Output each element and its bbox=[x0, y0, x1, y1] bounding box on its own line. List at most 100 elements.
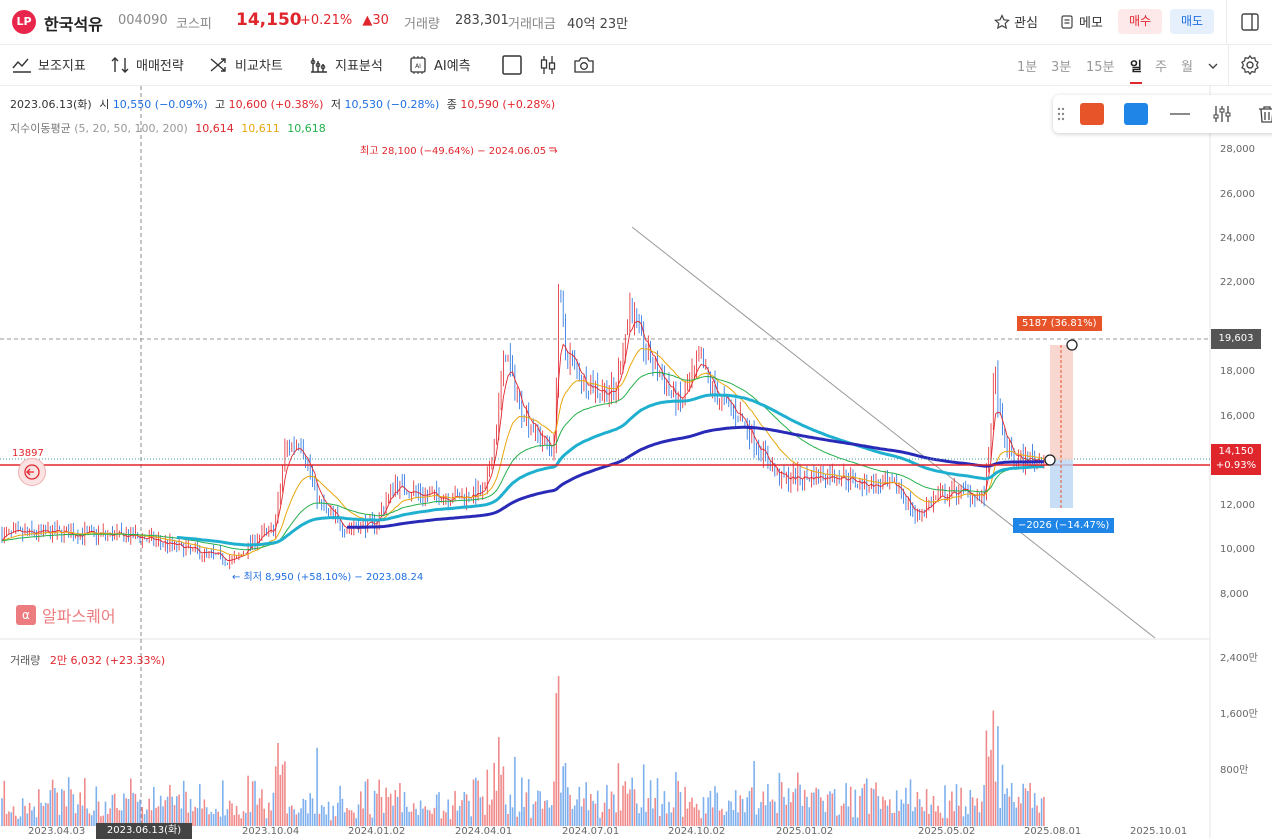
volume-bar bbox=[580, 806, 583, 826]
period-1min[interactable]: 1분 bbox=[1017, 56, 1037, 75]
volume-bar bbox=[153, 786, 155, 826]
volume-bar bbox=[755, 814, 758, 826]
volume-bar bbox=[774, 801, 776, 826]
volume-bar bbox=[987, 756, 990, 826]
volume-bar bbox=[918, 799, 921, 826]
volume-bar bbox=[491, 799, 493, 826]
volume-bar bbox=[656, 778, 659, 826]
color-swatch-2[interactable] bbox=[1124, 103, 1148, 125]
volume-bar bbox=[652, 808, 654, 826]
watch-button[interactable]: 관심 bbox=[994, 12, 1038, 31]
volume-bar bbox=[573, 805, 576, 826]
volume-bar bbox=[882, 796, 884, 826]
ai-predict-button[interactable]: AI AI예측 bbox=[408, 55, 471, 74]
target-price-tag: 19,603 bbox=[1211, 329, 1261, 349]
volume-bar bbox=[790, 802, 792, 826]
volume-bar bbox=[521, 777, 523, 826]
volume-bar bbox=[682, 816, 684, 826]
volume-bar bbox=[603, 802, 606, 826]
watermark-text: 알파스퀘어 bbox=[42, 607, 116, 626]
volume-bar bbox=[861, 788, 863, 826]
price-chart[interactable] bbox=[0, 86, 1272, 838]
handle-icon[interactable] bbox=[1057, 106, 1065, 122]
volume-bar bbox=[686, 808, 689, 826]
compare-button[interactable]: 비교차트 bbox=[209, 55, 283, 74]
x-tick: 2024.07.01 bbox=[562, 826, 620, 837]
volume-bar bbox=[373, 790, 376, 826]
volume-bar bbox=[944, 785, 946, 826]
volume-bar bbox=[675, 772, 677, 826]
volume-bar bbox=[268, 802, 270, 826]
sell-button[interactable]: 매도 bbox=[1170, 9, 1214, 34]
memo-button[interactable]: 메모 bbox=[1059, 12, 1103, 31]
volume-bar bbox=[325, 814, 328, 826]
volume-bar bbox=[840, 805, 843, 826]
svg-text:AI: AI bbox=[415, 63, 421, 70]
candle-icon[interactable] bbox=[537, 54, 559, 76]
chevron-down-icon[interactable] bbox=[1206, 59, 1220, 73]
sliders-icon[interactable] bbox=[1211, 104, 1233, 124]
volume-bar bbox=[3, 780, 6, 826]
period-15min[interactable]: 15분 bbox=[1086, 56, 1115, 75]
buy-button[interactable]: 매수 bbox=[1118, 9, 1162, 34]
camera-icon[interactable] bbox=[573, 54, 595, 76]
volume-bar bbox=[1027, 790, 1029, 826]
volume-bar bbox=[958, 805, 960, 826]
volume-bar bbox=[914, 807, 916, 826]
volume-bar bbox=[265, 818, 268, 826]
volume-bar bbox=[189, 798, 192, 826]
volume-bar bbox=[930, 804, 932, 826]
volume-bar bbox=[339, 785, 341, 826]
analysis-button[interactable]: 지표분석 bbox=[309, 55, 383, 74]
layout-icon[interactable] bbox=[1240, 12, 1260, 32]
volume-bar bbox=[488, 804, 491, 826]
volume-bar bbox=[898, 810, 900, 826]
volume-bar bbox=[5, 813, 8, 826]
volume-bar bbox=[332, 805, 334, 826]
trash-icon[interactable] bbox=[1256, 104, 1272, 124]
volume-bar bbox=[217, 811, 219, 826]
analysis-label: 지표분석 bbox=[335, 59, 383, 74]
volume-bar bbox=[810, 792, 813, 826]
volume-bar bbox=[201, 808, 203, 826]
high-value: 10,600 (+0.38%) bbox=[228, 98, 324, 111]
volume-bar bbox=[647, 798, 650, 826]
change-abs: ▲30 bbox=[362, 13, 389, 28]
volume-bar bbox=[203, 799, 206, 826]
volume-bar bbox=[757, 808, 760, 826]
indicator-button[interactable]: 보조지표 bbox=[12, 55, 86, 74]
volume-bar bbox=[610, 791, 613, 826]
volume-bar bbox=[42, 805, 45, 826]
drawing-toolbar bbox=[1053, 95, 1272, 133]
line-icon[interactable] bbox=[1167, 105, 1193, 123]
volume-bar bbox=[762, 791, 765, 826]
volume-bar bbox=[440, 818, 443, 826]
volume-bar bbox=[642, 764, 645, 826]
volume-bar bbox=[238, 814, 240, 826]
change-info: +0.21% ▲30 bbox=[300, 13, 389, 28]
square-icon[interactable] bbox=[501, 54, 523, 76]
strategy-button[interactable]: 매매전략 bbox=[110, 55, 184, 74]
change-pct: +0.21% bbox=[300, 13, 353, 28]
close-value: 10,590 (+0.28%) bbox=[460, 98, 556, 111]
period-week[interactable]: 주 bbox=[1155, 56, 1167, 75]
max-annotation: 최고 28,100 (−49.64%) − 2024.06.05 → bbox=[360, 146, 558, 157]
color-swatch-1[interactable] bbox=[1080, 103, 1104, 125]
volume-bar bbox=[171, 796, 173, 826]
back-button[interactable] bbox=[18, 458, 46, 486]
volume-bar bbox=[307, 813, 309, 826]
amount-label: 거래대금 bbox=[508, 17, 556, 32]
open-value: 10,550 (−0.09%) bbox=[112, 98, 208, 111]
volume-bar bbox=[408, 811, 410, 826]
volume-bar bbox=[360, 791, 362, 826]
volume-bar bbox=[297, 812, 300, 826]
volume-bar bbox=[26, 813, 29, 826]
volume-bar bbox=[776, 813, 778, 826]
period-day[interactable]: 일 bbox=[1130, 56, 1142, 84]
volume-bar bbox=[399, 783, 401, 826]
volume-bar bbox=[636, 803, 638, 826]
gear-icon[interactable] bbox=[1239, 54, 1261, 76]
volume-bar bbox=[123, 793, 125, 826]
period-month[interactable]: 월 bbox=[1181, 56, 1193, 75]
period-3min[interactable]: 3분 bbox=[1051, 56, 1071, 75]
